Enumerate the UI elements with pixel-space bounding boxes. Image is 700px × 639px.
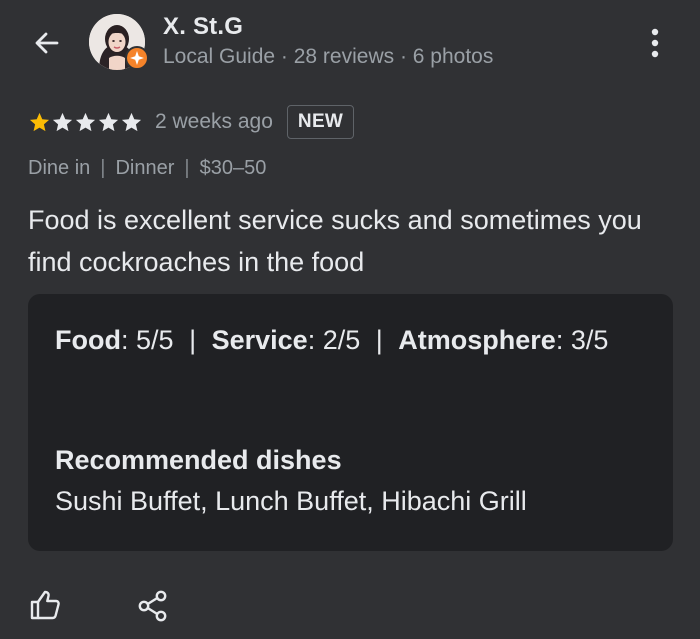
- thumbs-up-icon: [30, 590, 60, 620]
- aspect-separator: |: [189, 325, 197, 355]
- aspect-separator: |: [375, 325, 383, 355]
- tag-separator: |: [100, 157, 106, 179]
- reviewer-name[interactable]: X. St.G: [163, 13, 243, 41]
- star-icon: [98, 112, 119, 131]
- more-options-button[interactable]: [640, 26, 670, 60]
- more-vert-icon: [651, 28, 659, 58]
- tag-separator: |: [184, 157, 190, 179]
- star-icon: [75, 112, 96, 131]
- aspect-ratings: Food: 5/5 | Service: 2/5 | Atmosphere: 3…: [55, 325, 609, 355]
- star-icon: [29, 112, 50, 131]
- local-guide-badge-icon: [125, 46, 149, 70]
- back-button[interactable]: [30, 26, 64, 60]
- rating-row: 2 weeks ago NEW: [28, 104, 355, 140]
- reviewer-avatar[interactable]: [89, 14, 149, 70]
- reviewer-meta: Local Guide · 28 reviews · 6 photos: [163, 45, 494, 68]
- share-icon: [138, 590, 167, 622]
- arrow-back-icon: [35, 32, 59, 54]
- aspect-label-service: Service: [211, 325, 308, 355]
- review-header: X. St.G Local Guide · 28 reviews · 6 pho…: [0, 0, 700, 90]
- tag-meal-type: Dinner: [115, 157, 175, 179]
- like-button[interactable]: [28, 588, 62, 622]
- visit-tags: Dine in | Dinner | $30–50: [28, 157, 266, 180]
- aspect-label-atmosphere: Atmosphere: [398, 325, 556, 355]
- recommended-dishes-value: Sushi Buffet, Lunch Buffet, Hibachi Gril…: [55, 486, 527, 516]
- star-rating: [28, 111, 143, 134]
- aspect-value-food: 5/5: [136, 325, 174, 355]
- aspect-label-food: Food: [55, 325, 121, 355]
- review-details-card: Food: 5/5 | Service: 2/5 | Atmosphere: 3…: [28, 294, 673, 551]
- new-badge: NEW: [286, 105, 355, 139]
- review-date: 2 weeks ago: [155, 110, 273, 133]
- recommended-dishes-label: Recommended dishes: [55, 445, 342, 475]
- review-text: Food is excellent service sucks and some…: [28, 205, 642, 277]
- tag-service-type: Dine in: [28, 157, 91, 179]
- star-icon: [121, 112, 142, 131]
- share-button[interactable]: [138, 590, 168, 622]
- aspect-value-service: 2/5: [322, 325, 361, 355]
- tag-price-range: $30–50: [199, 157, 267, 179]
- star-icon: [52, 112, 73, 131]
- aspect-value-atmosphere: 3/5: [570, 325, 609, 355]
